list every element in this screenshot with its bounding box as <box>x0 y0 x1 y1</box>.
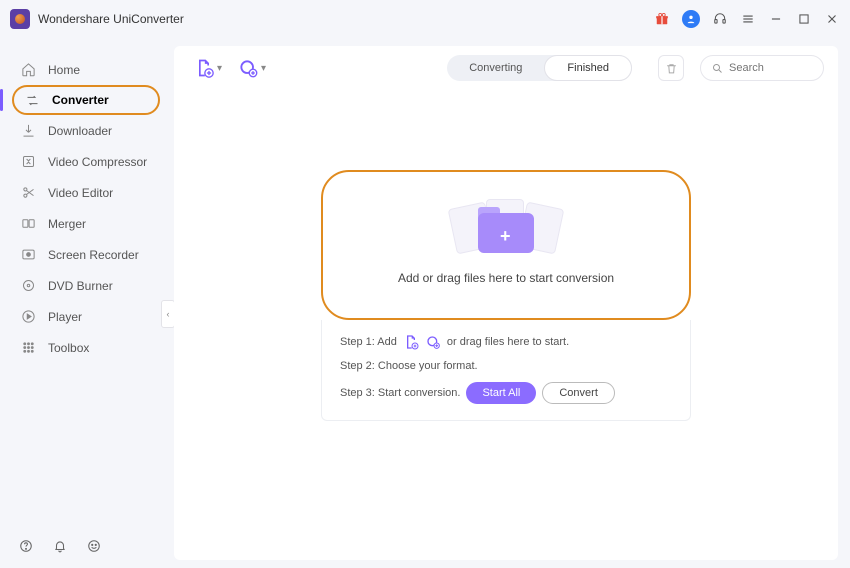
folder-plus-icon: + <box>470 205 542 253</box>
help-icon[interactable] <box>18 538 34 554</box>
compress-icon <box>20 154 36 170</box>
search-box[interactable] <box>700 55 824 81</box>
add-url-button[interactable]: ▾ <box>238 58 266 78</box>
menu-icon[interactable] <box>740 11 756 27</box>
gift-icon[interactable] <box>654 11 670 27</box>
app-title: Wondershare UniConverter <box>38 12 184 26</box>
tab-converting[interactable]: Converting <box>447 55 544 81</box>
toolbar: ▾ ▾ Converting Finished <box>174 46 838 90</box>
sidebar-item-dvd-burner[interactable]: DVD Burner <box>0 270 168 301</box>
add-file-button[interactable]: ▾ <box>194 58 222 78</box>
grid-icon <box>20 340 36 356</box>
record-icon <box>20 247 36 263</box>
start-all-button[interactable]: Start All <box>466 382 536 404</box>
chevron-down-icon: ▾ <box>217 63 222 74</box>
add-url-icon <box>425 334 441 350</box>
minimize-button[interactable] <box>768 11 784 27</box>
status-tabs: Converting Finished <box>447 55 632 81</box>
play-icon <box>20 309 36 325</box>
sidebar-item-label: Toolbox <box>48 341 89 355</box>
main-panel: ▾ ▾ Converting Finished <box>174 46 838 560</box>
dropzone[interactable]: + Add or drag files here to start conver… <box>321 170 691 320</box>
sidebar-item-label: DVD Burner <box>48 279 113 293</box>
sidebar-item-home[interactable]: Home <box>0 54 168 85</box>
app-logo <box>10 9 30 29</box>
tab-finished[interactable]: Finished <box>544 55 632 81</box>
sidebar-item-label: Converter <box>52 93 109 107</box>
close-button[interactable] <box>824 11 840 27</box>
user-avatar-icon[interactable] <box>682 10 700 28</box>
step1-label: Step 1: Add <box>340 336 397 348</box>
sidebar-item-label: Screen Recorder <box>48 248 139 262</box>
maximize-button[interactable] <box>796 11 812 27</box>
sidebar-item-video-compressor[interactable]: Video Compressor <box>0 146 168 177</box>
sidebar-item-label: Video Editor <box>48 186 113 200</box>
sidebar-item-player[interactable]: Player <box>0 301 168 332</box>
add-file-icon <box>403 334 419 350</box>
merge-icon <box>20 216 36 232</box>
step3-label: Step 3: Start conversion. <box>340 387 460 399</box>
sidebar-item-label: Video Compressor <box>48 155 147 169</box>
home-icon <box>20 62 36 78</box>
scissors-icon <box>20 185 36 201</box>
step2-label: Step 2: Choose your format. <box>340 360 478 372</box>
sidebar-item-screen-recorder[interactable]: Screen Recorder <box>0 239 168 270</box>
sidebar-item-label: Merger <box>48 217 86 231</box>
sidebar-item-merger[interactable]: Merger <box>0 208 168 239</box>
sidebar-collapse-button[interactable]: ‹ <box>161 300 175 328</box>
delete-button[interactable] <box>658 55 684 81</box>
sidebar-item-toolbox[interactable]: Toolbox <box>0 332 168 363</box>
chevron-down-icon: ▾ <box>261 63 266 74</box>
sidebar-item-downloader[interactable]: Downloader <box>0 115 168 146</box>
sidebar-item-label: Home <box>48 63 80 77</box>
converter-icon <box>24 92 40 108</box>
sidebar-item-converter[interactable]: Converter <box>12 85 160 115</box>
bell-icon[interactable] <box>52 538 68 554</box>
sidebar: Home Converter Downloader Video Compressor V… <box>0 38 168 568</box>
step1-suffix: or drag files here to start. <box>447 336 569 348</box>
download-icon <box>20 123 36 139</box>
search-icon <box>711 62 723 74</box>
headset-icon[interactable] <box>712 11 728 27</box>
disc-icon <box>20 278 36 294</box>
convert-button[interactable]: Convert <box>542 382 615 404</box>
sidebar-item-video-editor[interactable]: Video Editor <box>0 177 168 208</box>
feedback-icon[interactable] <box>86 538 102 554</box>
search-input[interactable] <box>729 62 809 74</box>
sidebar-item-label: Player <box>48 310 82 324</box>
sidebar-item-label: Downloader <box>48 124 112 138</box>
titlebar: Wondershare UniConverter <box>0 0 850 38</box>
steps-panel: Step 1: Add or drag files here to start.… <box>321 320 691 421</box>
dropzone-text: Add or drag files here to start conversi… <box>398 271 614 285</box>
